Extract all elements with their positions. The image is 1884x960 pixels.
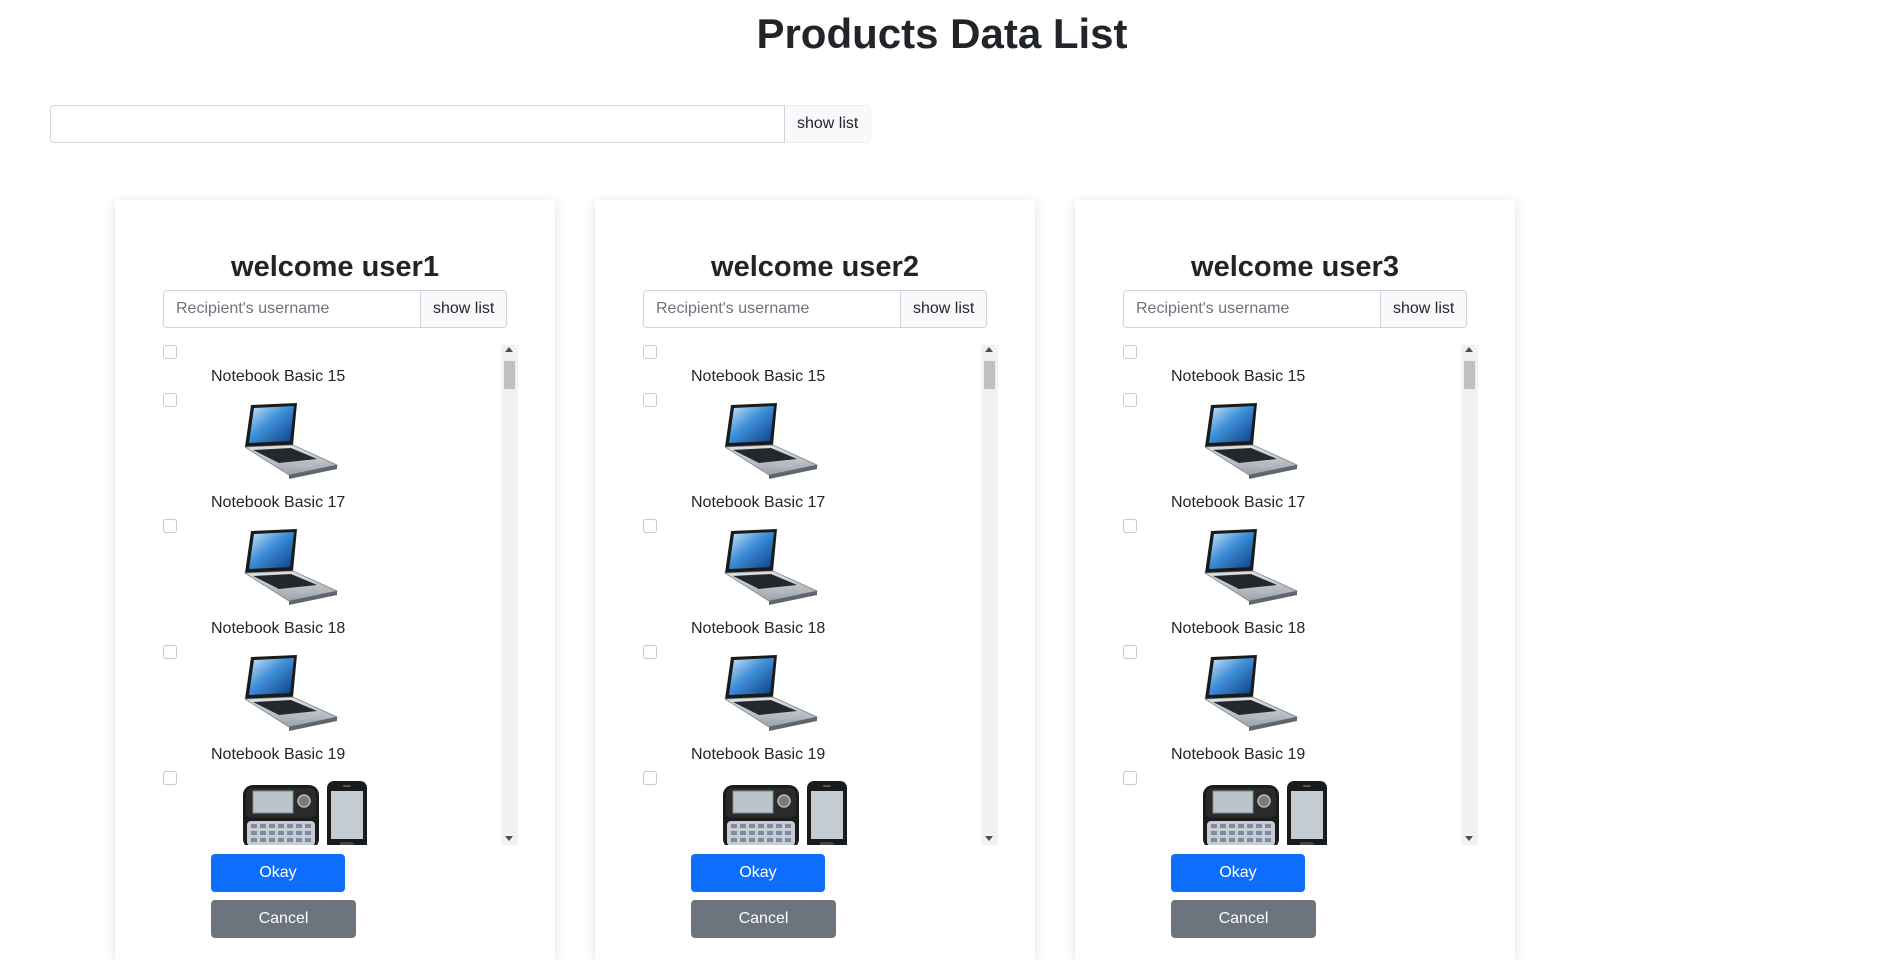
product-checkbox[interactable]: [643, 771, 657, 785]
show-list-button[interactable]: show list: [421, 290, 508, 328]
laptop-image: [721, 401, 821, 486]
card-title: welcome user1: [231, 251, 439, 283]
select-all-checkbox[interactable]: [643, 345, 657, 359]
top-show-list-button[interactable]: show list: [785, 105, 872, 143]
scroll-down-arrow-icon[interactable]: [985, 836, 993, 841]
product-label: Notebook Basic 19: [691, 746, 826, 763]
recipient-username-input[interactable]: [1123, 290, 1381, 328]
card-search-group: show list: [643, 290, 988, 328]
laptop-image: [721, 653, 821, 738]
laptop-image: [1201, 527, 1301, 612]
laptop-image: [1201, 401, 1301, 486]
okay-button[interactable]: Okay: [211, 854, 345, 892]
product-list[interactable]: Notebook Basic 15 Notebook Basic 17 Notebo…: [163, 345, 520, 845]
product-checkbox[interactable]: [1123, 519, 1137, 533]
product-label: Notebook Basic 18: [211, 620, 346, 637]
product-checkbox[interactable]: [643, 393, 657, 407]
card-search-group: show list: [1123, 290, 1468, 328]
product-checkbox[interactable]: [163, 393, 177, 407]
top-search-input[interactable]: [50, 105, 785, 143]
product-label: Notebook Basic 18: [691, 620, 826, 637]
product-label: Notebook Basic 15: [1171, 368, 1306, 385]
recipient-username-input[interactable]: [163, 290, 421, 328]
user-card: welcome user1show listNotebook Basic 15N…: [115, 200, 555, 960]
phone-image: [1201, 779, 1331, 845]
recipient-username-input[interactable]: [643, 290, 901, 328]
list-scrollbar[interactable]: [501, 345, 518, 845]
product-label: Notebook Basic 15: [691, 368, 826, 385]
product-list[interactable]: Notebook Basic 15 Notebook Basic 17 Notebo…: [643, 345, 1000, 845]
show-list-button[interactable]: show list: [1381, 290, 1468, 328]
user-card: welcome user2show listNotebook Basic 15N…: [595, 200, 1035, 960]
list-scrollbar[interactable]: [981, 345, 998, 845]
product-label: Notebook Basic 18: [1171, 620, 1306, 637]
okay-button[interactable]: Okay: [1171, 854, 1305, 892]
scroll-up-arrow-icon[interactable]: [505, 347, 513, 352]
cancel-button[interactable]: Cancel: [691, 900, 836, 938]
scroll-down-arrow-icon[interactable]: [1465, 836, 1473, 841]
show-list-button[interactable]: show list: [901, 290, 988, 328]
phone-image: [241, 779, 371, 845]
scroll-up-arrow-icon[interactable]: [985, 347, 993, 352]
laptop-image: [241, 401, 341, 486]
product-checkbox[interactable]: [643, 519, 657, 533]
list-scrollbar[interactable]: [1461, 345, 1478, 845]
select-all-checkbox[interactable]: [163, 345, 177, 359]
phone-image: [721, 779, 851, 845]
product-checkbox[interactable]: [643, 645, 657, 659]
laptop-image: [241, 527, 341, 612]
laptop-image: [1201, 653, 1301, 738]
product-label: Notebook Basic 17: [1171, 494, 1306, 511]
product-label: Notebook Basic 15: [211, 368, 346, 385]
cancel-button[interactable]: Cancel: [1171, 900, 1316, 938]
card-title: welcome user2: [711, 251, 919, 283]
laptop-image: [721, 527, 821, 612]
scrollbar-thumb[interactable]: [1464, 361, 1475, 389]
product-label: Notebook Basic 19: [211, 746, 346, 763]
product-checkbox[interactable]: [163, 771, 177, 785]
product-list[interactable]: Notebook Basic 15 Notebook Basic 17 Notebo…: [1123, 345, 1480, 845]
product-checkbox[interactable]: [1123, 771, 1137, 785]
product-label: Notebook Basic 19: [1171, 746, 1306, 763]
scrollbar-thumb[interactable]: [504, 361, 515, 389]
product-checkbox[interactable]: [1123, 393, 1137, 407]
card-title: welcome user3: [1191, 251, 1399, 283]
scroll-up-arrow-icon[interactable]: [1465, 347, 1473, 352]
user-card: welcome user3show listNotebook Basic 15N…: [1075, 200, 1515, 960]
page-title: Products Data List: [756, 10, 1128, 57]
product-checkbox[interactable]: [163, 519, 177, 533]
top-search-group: show list: [50, 105, 872, 143]
select-all-checkbox[interactable]: [1123, 345, 1137, 359]
scroll-down-arrow-icon[interactable]: [505, 836, 513, 841]
card-search-group: show list: [163, 290, 508, 328]
cancel-button[interactable]: Cancel: [211, 900, 356, 938]
okay-button[interactable]: Okay: [691, 854, 825, 892]
product-label: Notebook Basic 17: [691, 494, 826, 511]
product-checkbox[interactable]: [1123, 645, 1137, 659]
product-label: Notebook Basic 17: [211, 494, 346, 511]
laptop-image: [241, 653, 341, 738]
scrollbar-thumb[interactable]: [984, 361, 995, 389]
product-checkbox[interactable]: [163, 645, 177, 659]
